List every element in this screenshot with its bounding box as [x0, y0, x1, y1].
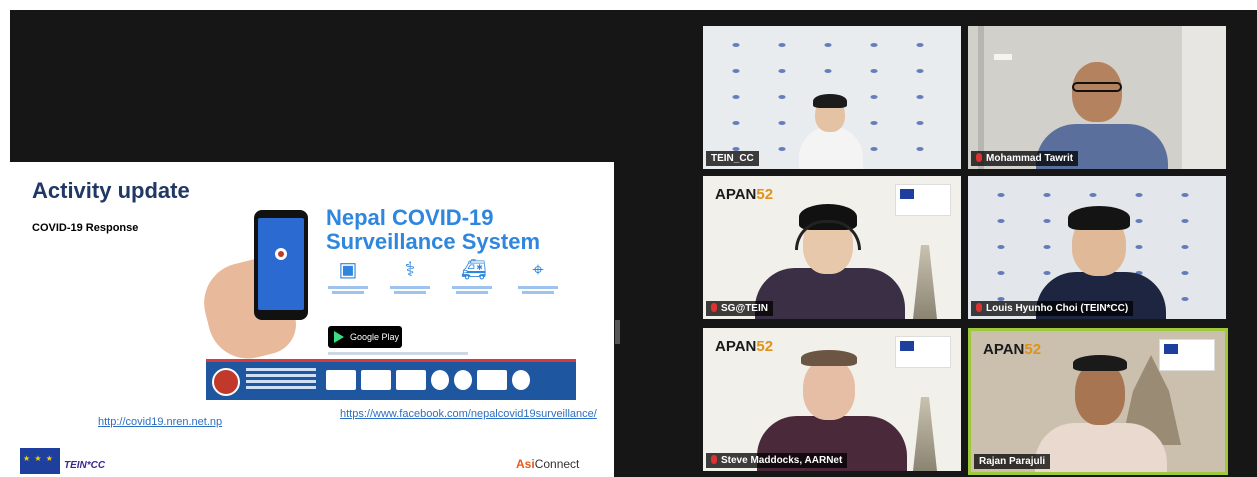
kathmandu-emblem-icon: [212, 368, 240, 396]
muted-mic-icon: [711, 303, 717, 312]
feature-self-assessment: ▣: [326, 258, 370, 296]
app-title-line1: Nepal COVID-19: [326, 205, 494, 230]
google-play-label: Google Play: [350, 332, 400, 342]
website-link: http://covid19.nren.net.np: [98, 416, 223, 428]
asiconnect-logo: AsiConnect: [516, 457, 580, 471]
sponsor-logos: [1159, 339, 1215, 371]
muted-mic-icon: [711, 455, 717, 464]
availability-note: [328, 352, 468, 355]
slide-subtitle: COVID-19 Response: [32, 222, 139, 234]
facebook-link: https://www.facebook.com/nepalcovid19sur…: [340, 408, 597, 420]
map-icon: ⌖: [532, 259, 544, 281]
partner-banner: [206, 359, 576, 400]
participant-name-tag: Louis Hyunho Choi (TEIN*CC): [971, 301, 1134, 316]
partner-logo: [396, 370, 426, 390]
video-tile-active-speaker[interactable]: APAN52 Rajan Parajuli: [968, 328, 1228, 475]
apan-logo: APAN52: [715, 186, 774, 203]
partner-logo: [431, 370, 449, 390]
google-play-badge: Google Play: [328, 326, 402, 348]
apan-logo: APAN52: [715, 338, 774, 355]
partner-logo: [477, 370, 507, 390]
video-tile[interactable]: APAN52 Steve Maddocks, AARNet: [703, 328, 961, 471]
participant-name-tag: TEIN_CC: [706, 151, 759, 166]
partner-logo: [512, 370, 530, 390]
temple-illustration: [913, 397, 937, 471]
video-tile[interactable]: APAN52 SG@TEIN: [703, 176, 961, 319]
google-play-icon: [334, 331, 344, 343]
video-tile[interactable]: Mohammad Tawrit: [968, 26, 1226, 169]
feature-gis-decision: ⌖: [516, 258, 560, 296]
app-title: Nepal COVID-19 Surveillance System: [326, 206, 540, 254]
shared-screen-slide: Activity update COVID-19 Response Nepal …: [10, 162, 614, 477]
ambulance-icon: 🚑︎: [461, 259, 487, 281]
feature-icons-row: ▣ ⚕ 🚑︎ ⌖: [326, 258, 566, 314]
banner-text: [246, 368, 316, 371]
partner-logo: [361, 370, 391, 390]
video-tile[interactable]: TEIN_CC: [703, 26, 961, 169]
slide-title: Activity update: [32, 178, 190, 203]
participant-name-tag: Steve Maddocks, AARNet: [706, 453, 848, 468]
clipboard-icon: ▣: [338, 259, 358, 281]
sponsor-logos: [895, 336, 951, 368]
muted-mic-icon: [976, 153, 982, 162]
phone-screen: [258, 218, 304, 310]
participant-name-tag: Mohammad Tawrit: [971, 151, 1079, 166]
participant-name-tag: Rajan Parajuli: [974, 454, 1051, 469]
partner-logos: [326, 370, 530, 390]
sponsor-logos: [895, 184, 951, 216]
temple-illustration: [913, 245, 937, 319]
video-tile[interactable]: Louis Hyunho Choi (TEIN*CC): [968, 176, 1226, 319]
phone-illustration: [254, 210, 308, 320]
participant-name-tag: SG@TEIN: [706, 301, 773, 316]
eu-flag-icon: [20, 448, 60, 474]
feature-ambulance: 🚑︎: [450, 258, 494, 296]
partner-logo: [326, 370, 356, 390]
apan-logo: APAN52: [983, 341, 1042, 358]
doctor-icon: ⚕: [404, 259, 416, 281]
muted-mic-icon: [976, 303, 982, 312]
app-logo-icon: [275, 248, 287, 260]
split-resize-handle[interactable]: [615, 320, 620, 344]
meeting-stage: Activity update COVID-19 Response Nepal …: [10, 10, 1257, 477]
partner-logo: [454, 370, 472, 390]
tein-cc-logo: TEIN*CC: [64, 460, 106, 471]
feature-consult-doctor: ⚕: [388, 258, 432, 296]
app-title-line2: Surveillance System: [326, 229, 541, 254]
